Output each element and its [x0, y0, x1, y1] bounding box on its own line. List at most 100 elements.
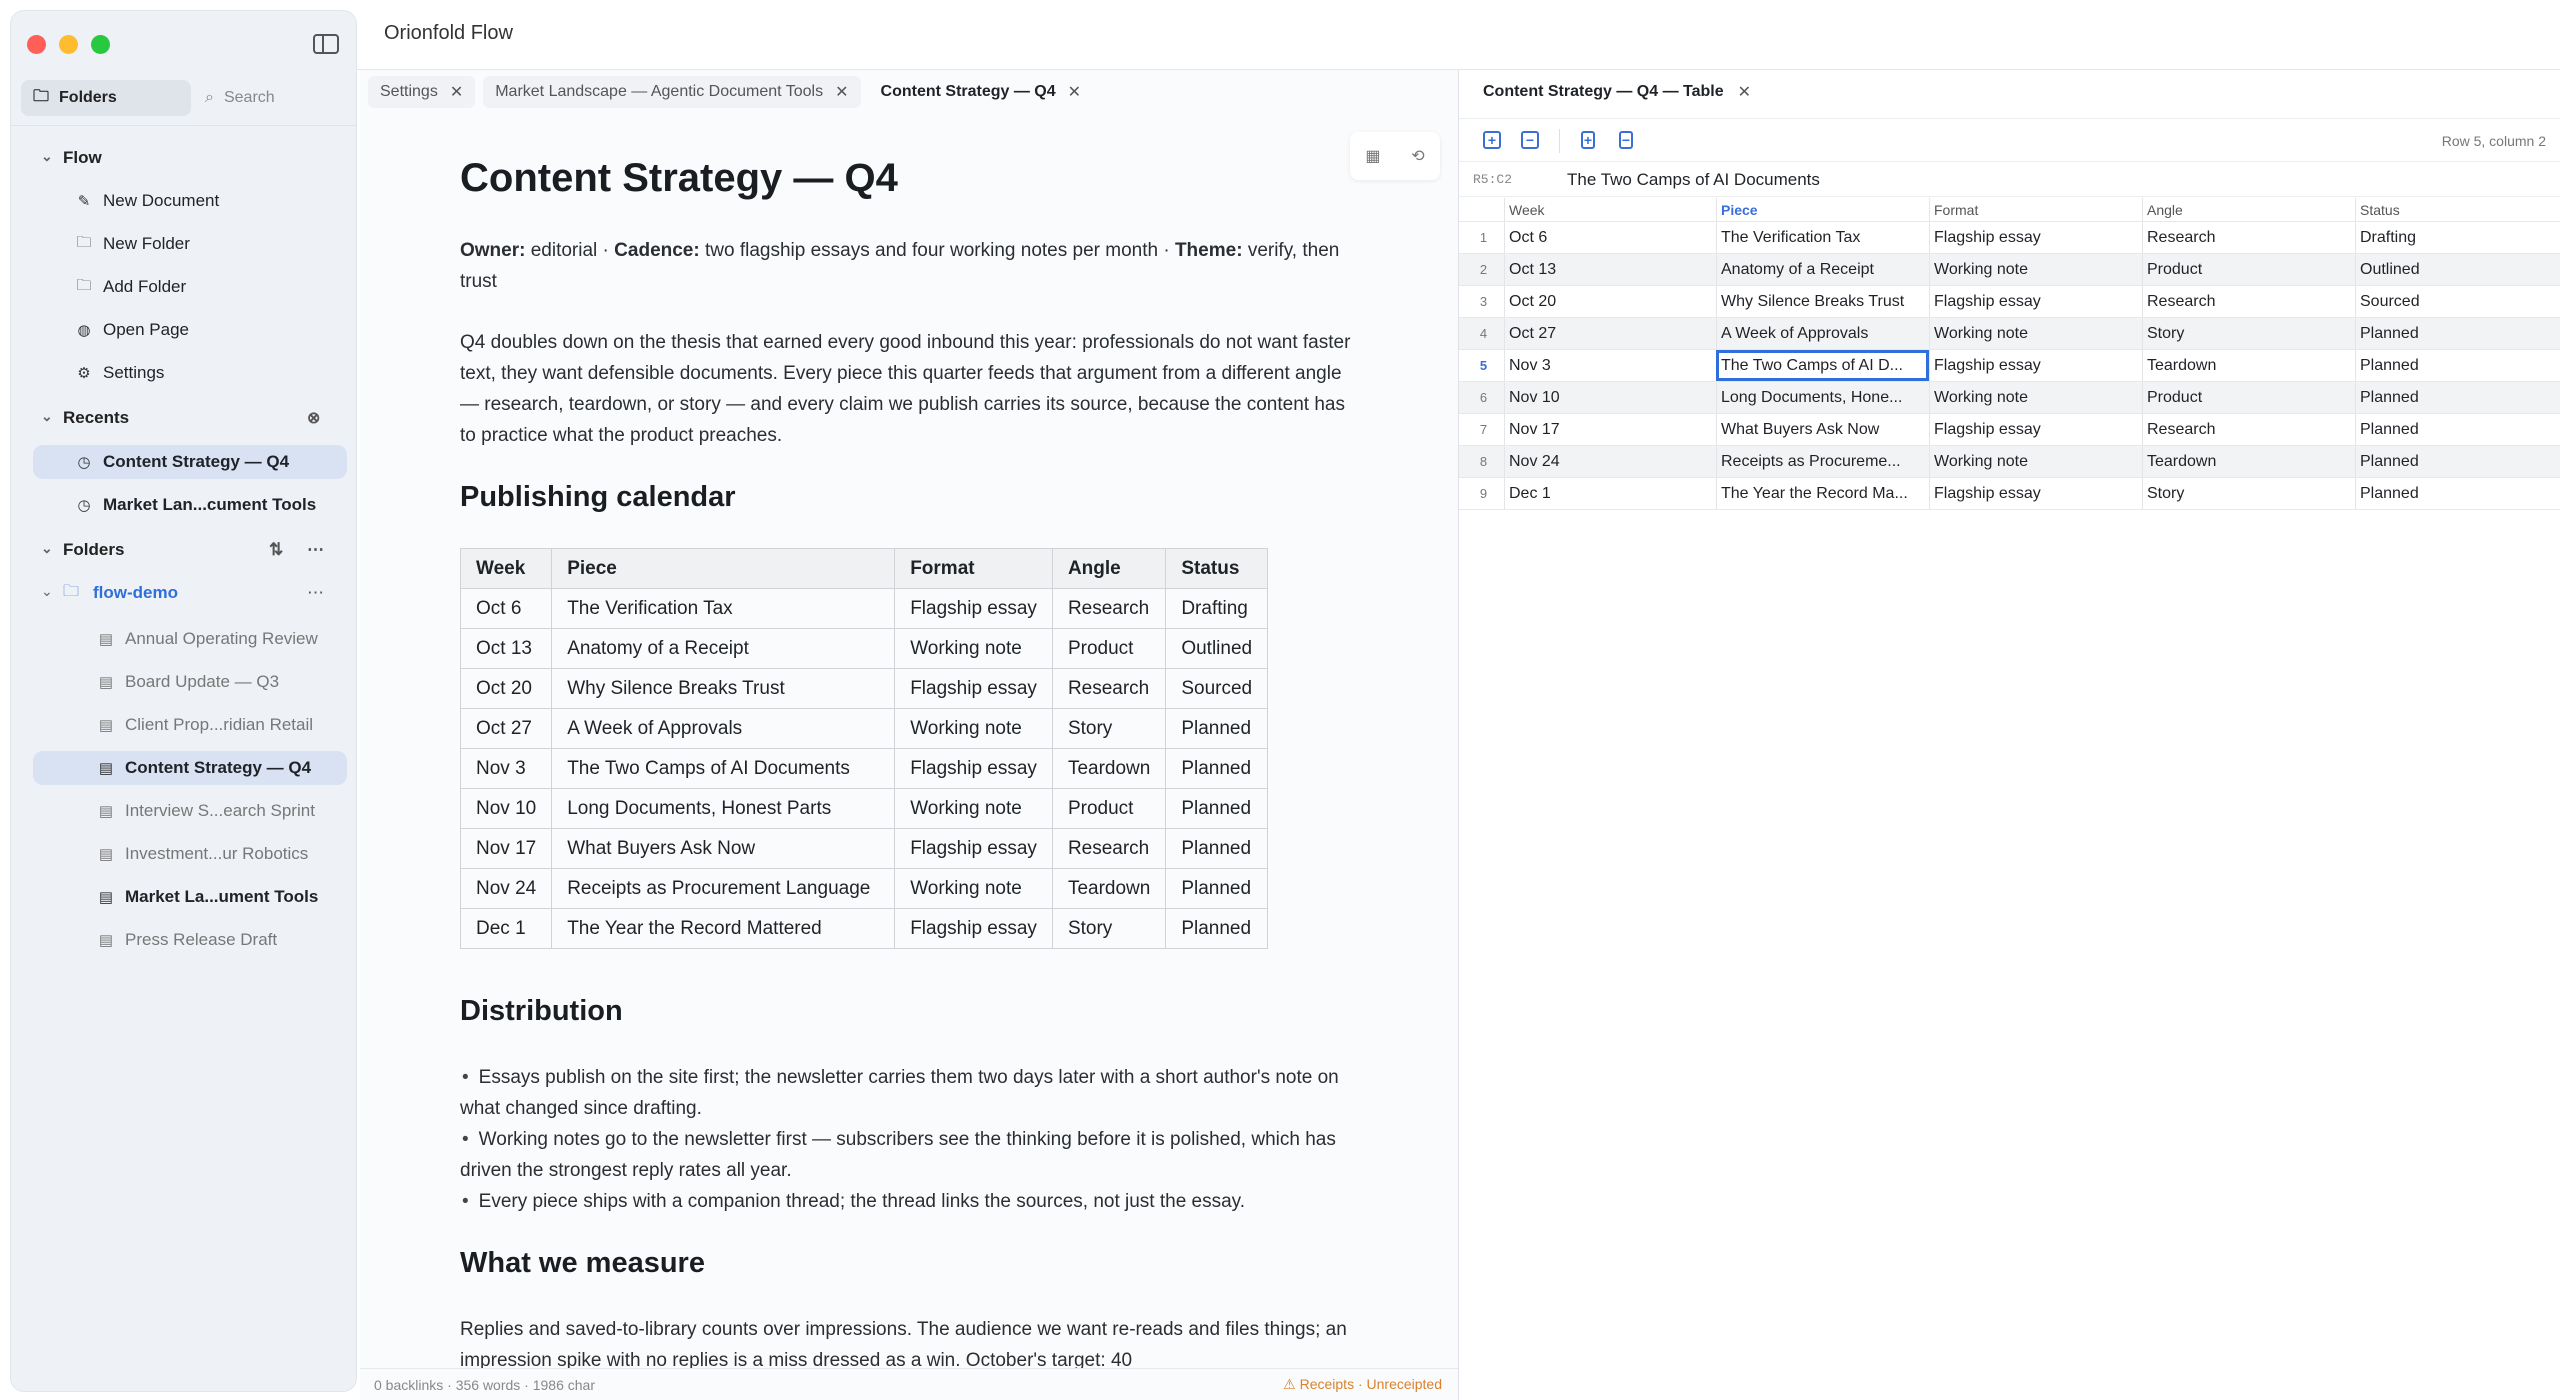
row-number[interactable]: 2	[1459, 254, 1504, 285]
grid-cell[interactable]: Why Silence Breaks Trust	[1716, 286, 1929, 317]
sidebar-item-new-folder[interactable]: 🗀 New Folder	[33, 227, 347, 261]
document-body[interactable]: Content Strategy — Q4 Owner: editorial ·…	[459, 156, 1360, 1400]
grid-cell[interactable]: Teardown	[2142, 446, 2355, 477]
grid-cell[interactable]: Dec 1	[1504, 478, 1716, 509]
grid-cell[interactable]: Long Documents, Hone...	[1716, 382, 1929, 413]
file-item[interactable]: ▤ Board Update — Q3	[33, 665, 347, 699]
grid-cell[interactable]: Anatomy of a Receipt	[1716, 254, 1929, 285]
column-header[interactable]: Status	[2355, 198, 2560, 221]
grid-cell[interactable]: Planned	[2355, 350, 2560, 381]
row-number[interactable]: 8	[1459, 446, 1504, 477]
grid-cell[interactable]: Nov 24	[1504, 446, 1716, 477]
grid-cell[interactable]: Flagship essay	[1929, 350, 2142, 381]
grid-cell[interactable]: Flagship essay	[1929, 414, 2142, 445]
column-header[interactable]: Week	[1504, 198, 1716, 221]
grid-cell[interactable]: Planned	[2355, 446, 2560, 477]
grid-cell[interactable]: Flagship essay	[1929, 478, 2142, 509]
folders-section-header[interactable]: ⌄ Folders ⇅ ⋯	[11, 532, 356, 568]
grid-cell[interactable]: Flagship essay	[1929, 222, 2142, 253]
grid-cell[interactable]: Outlined	[2355, 254, 2560, 285]
file-item[interactable]: ▤ Interview S...earch Sprint	[33, 794, 347, 828]
recent-item-content-strategy[interactable]: ◷ Content Strategy — Q4	[33, 445, 347, 479]
receipt-icon[interactable]: ▦	[1365, 146, 1380, 166]
file-item[interactable]: ▤ Annual Operating Review	[33, 622, 347, 656]
grid-cell[interactable]: Oct 27	[1504, 318, 1716, 349]
grid-cell[interactable]: Planned	[2355, 318, 2560, 349]
grid-cell[interactable]: Research	[2142, 414, 2355, 445]
column-header[interactable]: Piece	[1716, 198, 1929, 221]
tab-content-strategy[interactable]: Content Strategy — Q4 ✕	[869, 76, 1094, 108]
tab-settings[interactable]: Settings ✕	[368, 76, 476, 108]
grid-cell[interactable]: The Verification Tax	[1716, 222, 1929, 253]
grid-cell[interactable]: Teardown	[2142, 350, 2355, 381]
grid-cell[interactable]: Working note	[1929, 446, 2142, 477]
zoom-window-button[interactable]	[91, 35, 110, 54]
grid-cell-focused[interactable]: The Two Camps of AI D...	[1716, 350, 1929, 381]
table-grid[interactable]: Week Piece Format Angle Status 1 Oct 6 The…	[1459, 198, 2560, 510]
sidebar-item-new-document[interactable]: ✎ New Document	[33, 184, 347, 218]
close-icon[interactable]: ✕	[1738, 82, 1751, 102]
sidebar-item-add-folder[interactable]: 🗀 Add Folder	[33, 270, 347, 304]
sort-icon[interactable]: ⇅	[269, 540, 283, 560]
grid-cell[interactable]: Story	[2142, 478, 2355, 509]
grid-cell[interactable]: Planned	[2355, 414, 2560, 445]
file-item[interactable]: ▤ Investment...ur Robotics	[33, 837, 347, 871]
add-column-icon[interactable]: +	[1581, 131, 1595, 149]
cell-value-input[interactable]: The Two Camps of AI Documents	[1567, 170, 1820, 190]
publishing-calendar-table[interactable]: Week Piece Format Angle Status Oct 6 The …	[459, 548, 1269, 949]
grid-cell[interactable]: Nov 17	[1504, 414, 1716, 445]
tab-table-view[interactable]: Content Strategy — Q4 — Table ✕	[1483, 82, 1751, 102]
grid-cell[interactable]: Receipts as Procureme...	[1716, 446, 1929, 477]
grid-cell[interactable]: Nov 10	[1504, 382, 1716, 413]
tab-market-landscape[interactable]: Market Landscape — Agentic Document Tool…	[483, 76, 861, 108]
clear-recents-icon[interactable]: ⊗	[307, 408, 320, 428]
grid-cell[interactable]: Working note	[1929, 318, 2142, 349]
grid-cell[interactable]: Story	[2142, 318, 2355, 349]
row-number[interactable]: 6	[1459, 382, 1504, 413]
folder-more-icon[interactable]: ⋯	[307, 583, 324, 603]
folders-tab[interactable]: 🗀 Folders	[21, 80, 191, 116]
grid-cell[interactable]: Drafting	[2355, 222, 2560, 253]
minimize-window-button[interactable]	[59, 35, 78, 54]
grid-cell[interactable]: Flagship essay	[1929, 286, 2142, 317]
grid-cell[interactable]: Product	[2142, 382, 2355, 413]
row-number[interactable]: 9	[1459, 478, 1504, 509]
grid-cell[interactable]: Research	[2142, 286, 2355, 317]
row-number[interactable]: 7	[1459, 414, 1504, 445]
grid-cell[interactable]: Product	[2142, 254, 2355, 285]
column-header[interactable]: Format	[1929, 198, 2142, 221]
recents-section-header[interactable]: ⌄ Recents ⊗	[11, 400, 356, 436]
grid-cell[interactable]: Sourced	[2355, 286, 2560, 317]
file-item-selected[interactable]: ▤ Content Strategy — Q4	[33, 751, 347, 785]
close-icon[interactable]: ✕	[1068, 82, 1081, 102]
flow-section-header[interactable]: ⌄ Flow	[11, 140, 356, 176]
file-item[interactable]: ▤ Market La...ument Tools	[33, 880, 347, 914]
grid-cell[interactable]: Oct 6	[1504, 222, 1716, 253]
folder-flow-demo[interactable]: ⌄ 🗀 flow-demo ⋯	[11, 575, 356, 611]
sidebar-search[interactable]: ⌕ Search	[191, 89, 275, 107]
grid-cell[interactable]: The Year the Record Ma...	[1716, 478, 1929, 509]
receipts-warning[interactable]: ⚠ Receipts · Unreceipted	[1283, 1376, 1442, 1393]
more-options-icon[interactable]: ⋯	[307, 540, 324, 560]
grid-cell[interactable]: Working note	[1929, 254, 2142, 285]
remove-row-icon[interactable]: −	[1521, 131, 1539, 149]
sidebar-item-settings[interactable]: ⚙ Settings	[33, 356, 347, 390]
grid-cell[interactable]: What Buyers Ask Now	[1716, 414, 1929, 445]
grid-cell[interactable]: Nov 3	[1504, 350, 1716, 381]
add-row-icon[interactable]: +	[1483, 131, 1501, 149]
sidebar-item-open-page[interactable]: ◍ Open Page	[33, 313, 347, 347]
close-icon[interactable]: ✕	[450, 82, 463, 102]
file-item[interactable]: ▤ Client Prop...ridian Retail	[33, 708, 347, 742]
close-window-button[interactable]	[27, 35, 46, 54]
grid-cell[interactable]: Working note	[1929, 382, 2142, 413]
history-icon[interactable]: ⟲	[1411, 146, 1424, 166]
row-number[interactable]: 3	[1459, 286, 1504, 317]
grid-cell[interactable]: Planned	[2355, 382, 2560, 413]
grid-cell[interactable]: A Week of Approvals	[1716, 318, 1929, 349]
grid-cell[interactable]: Oct 20	[1504, 286, 1716, 317]
grid-cell[interactable]: Planned	[2355, 478, 2560, 509]
row-number[interactable]: 1	[1459, 222, 1504, 253]
row-number[interactable]: 4	[1459, 318, 1504, 349]
column-header[interactable]: Angle	[2142, 198, 2355, 221]
file-item[interactable]: ▤ Press Release Draft	[33, 923, 347, 957]
